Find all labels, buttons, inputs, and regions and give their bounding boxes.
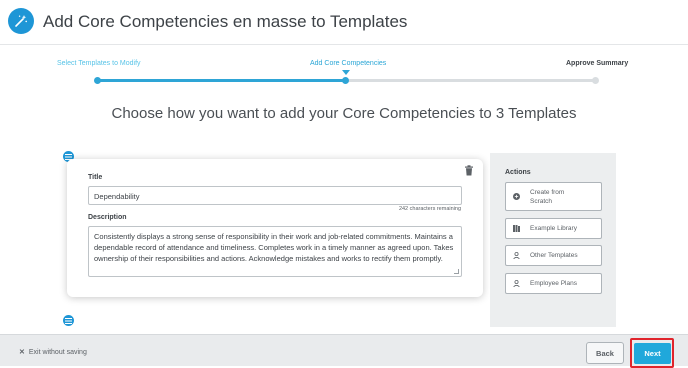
plus-circle-icon bbox=[512, 193, 520, 200]
progress-track-remaining bbox=[345, 79, 595, 82]
resize-handle-icon[interactable] bbox=[454, 269, 459, 274]
user-icon bbox=[512, 280, 520, 287]
step-dot-3 bbox=[592, 77, 599, 84]
employee-plans-label: Employee Plans bbox=[530, 280, 577, 287]
next-button-highlight: Next bbox=[630, 338, 674, 368]
trash-icon[interactable] bbox=[464, 163, 474, 176]
library-icon bbox=[512, 225, 520, 232]
employee-plans-button[interactable]: Employee Plans bbox=[505, 273, 602, 294]
back-button[interactable]: Back bbox=[586, 342, 624, 364]
create-from-scratch-button[interactable]: Create from Scratch bbox=[505, 182, 602, 211]
title-label: Title bbox=[88, 174, 103, 181]
next-button[interactable]: Next bbox=[634, 343, 671, 364]
actions-title: Actions bbox=[505, 169, 531, 176]
other-templates-label: Other Templates bbox=[530, 252, 578, 259]
close-icon: ✕ bbox=[19, 349, 25, 356]
page-title: Add Core Competencies en masse to Templa… bbox=[43, 12, 408, 31]
progress-stepper: Select Templates to Modify Add Core Comp… bbox=[0, 56, 688, 86]
step-dot-2 bbox=[342, 77, 349, 84]
description-textarea[interactable]: Consistently displays a strong sense of … bbox=[88, 226, 462, 277]
title-input[interactable]: Dependability bbox=[88, 186, 462, 205]
step-dot-1 bbox=[94, 77, 101, 84]
example-library-label: Example Library bbox=[530, 225, 577, 232]
page-header: Add Core Competencies en masse to Templa… bbox=[0, 0, 688, 45]
description-label: Description bbox=[88, 214, 127, 221]
example-library-button[interactable]: Example Library bbox=[505, 218, 602, 239]
step-approve-summary: Approve Summary bbox=[566, 60, 629, 67]
user-icon bbox=[512, 252, 520, 259]
section-heading: Choose how you want to add your Core Com… bbox=[111, 105, 577, 122]
exit-without-saving-link[interactable]: ✕ Exit without saving bbox=[19, 348, 87, 356]
step-add-core-competencies: Add Core Competencies bbox=[310, 60, 387, 67]
step-select-templates[interactable]: Select Templates to Modify bbox=[57, 60, 141, 67]
competency-card: Title Dependability 242 characters remai… bbox=[67, 159, 483, 297]
drag-handle-icon[interactable] bbox=[63, 315, 74, 326]
magic-wand-icon bbox=[8, 8, 34, 34]
actions-panel: Actions Create from Scratch Example Libr… bbox=[490, 153, 616, 327]
character-count: 242 characters remaining bbox=[398, 206, 461, 212]
page-footer: ✕ Exit without saving Back Next bbox=[0, 334, 688, 368]
description-text: Consistently displays a strong sense of … bbox=[94, 232, 454, 263]
progress-track-completed bbox=[97, 79, 345, 82]
other-templates-button[interactable]: Other Templates bbox=[505, 245, 602, 266]
create-from-scratch-label: Create from Scratch bbox=[530, 188, 565, 205]
exit-label: Exit without saving bbox=[28, 349, 87, 356]
current-step-caret-icon bbox=[342, 70, 350, 75]
